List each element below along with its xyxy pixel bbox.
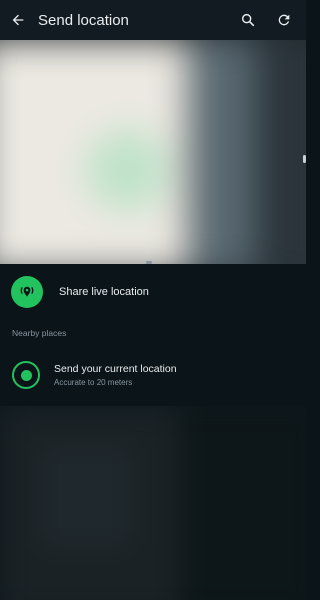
send-current-location-row[interactable]: Send your current location Accurate to 2… bbox=[0, 346, 306, 404]
current-location-title: Send your current location bbox=[54, 363, 177, 375]
map-region bbox=[195, 40, 255, 264]
current-location-icon bbox=[12, 361, 40, 389]
search-icon bbox=[241, 13, 255, 27]
places-blur-layer bbox=[0, 406, 306, 600]
page-title: Send location bbox=[38, 11, 129, 29]
map-region bbox=[255, 40, 306, 264]
nearby-places-list-blurred bbox=[0, 406, 306, 600]
share-live-location-row[interactable]: Share live location bbox=[0, 264, 306, 320]
refresh-icon bbox=[278, 14, 290, 26]
map-park-region bbox=[85, 130, 170, 210]
blur-region bbox=[180, 406, 306, 600]
current-location-dot bbox=[20, 369, 32, 381]
map-edge-marker bbox=[303, 155, 306, 163]
app-bar-actions bbox=[230, 0, 302, 40]
nearby-places-header: Nearby places bbox=[12, 328, 67, 338]
location-options-list: Share live location Nearby places Send y… bbox=[0, 264, 306, 404]
current-location-accuracy: Accurate to 20 meters bbox=[54, 378, 133, 387]
live-location-icon-circle bbox=[11, 276, 43, 308]
live-location-icon bbox=[20, 286, 34, 297]
current-location-text: Send your current location Accurate to 2… bbox=[54, 363, 177, 387]
blur-region bbox=[40, 446, 130, 546]
share-live-location-label: Share live location bbox=[59, 286, 149, 298]
send-location-screen: Send location Share live location Nearby… bbox=[0, 0, 306, 600]
search-button[interactable] bbox=[230, 0, 266, 40]
arrow-left-icon bbox=[12, 14, 24, 26]
back-button[interactable] bbox=[0, 0, 36, 40]
map-blur-layer bbox=[0, 40, 306, 264]
refresh-button[interactable] bbox=[266, 0, 302, 40]
map-preview[interactable] bbox=[0, 40, 306, 264]
app-bar: Send location bbox=[0, 0, 306, 40]
